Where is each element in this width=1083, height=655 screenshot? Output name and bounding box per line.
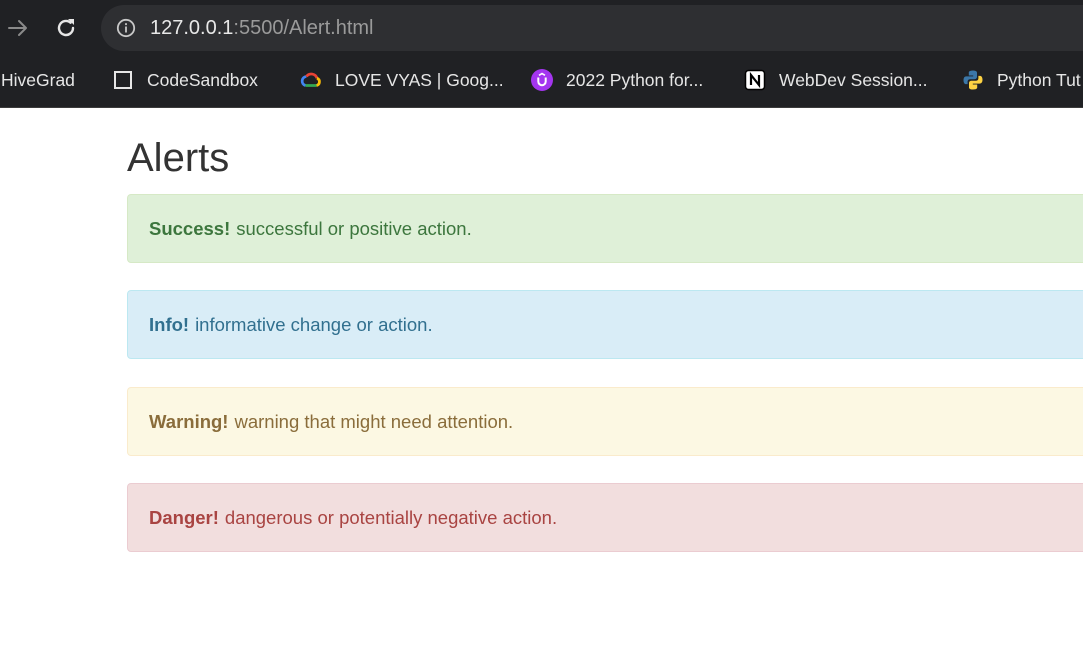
url-host: 127.0.0.1 — [150, 17, 234, 39]
browser-chrome: 127.0.0.1:5500/Alert.html HiveGrad CodeS… — [0, 0, 1083, 108]
bookmark-label: CodeSandbox — [147, 69, 258, 90]
site-info-icon[interactable] — [115, 17, 137, 39]
python-icon — [962, 69, 984, 91]
bookmark-codesandbox[interactable]: CodeSandbox — [112, 62, 258, 98]
forward-arrow-icon[interactable] — [1, 11, 35, 45]
alert-info: Info! informative change or action. — [127, 290, 1083, 359]
alert-strong-label: Danger! — [149, 506, 219, 528]
google-cloud-icon — [300, 69, 322, 91]
bookmark-label: HiveGrad — [1, 69, 75, 90]
bookmark-label: LOVE VYAS | Goog... — [335, 69, 504, 90]
url-path: :5500/Alert.html — [233, 17, 374, 39]
bookmark-udemy[interactable]: 2022 Python for... — [531, 62, 703, 98]
url-text[interactable]: 127.0.0.1:5500/Alert.html — [150, 16, 374, 40]
bookmark-google-cloud[interactable]: LOVE VYAS | Goog... — [300, 62, 504, 98]
alert-strong-label: Warning! — [149, 410, 229, 432]
bookmarks-bar: HiveGrad CodeSandbox LOVE VYAS | Goog...… — [0, 62, 1083, 98]
reload-icon[interactable] — [49, 11, 83, 45]
alert-strong-label: Info! — [149, 313, 190, 335]
alert-danger: Danger! dangerous or potentially negativ… — [127, 483, 1083, 552]
page-title: Alerts — [127, 136, 230, 180]
bookmark-webdev[interactable]: WebDev Session... — [744, 62, 928, 98]
alert-success: Success! successful or positive action. — [127, 194, 1083, 263]
bookmark-label: Python Tut — [997, 69, 1081, 90]
codesandbox-icon — [112, 69, 134, 91]
page-content: Alerts Success! successful or positive a… — [0, 109, 1083, 655]
alert-message: dangerous or potentially negative action… — [224, 506, 558, 528]
udemy-icon — [531, 69, 553, 91]
bookmark-label: 2022 Python for... — [566, 69, 704, 90]
browser-toolbar: 127.0.0.1:5500/Alert.html — [0, 0, 1083, 56]
alert-message: informative change or action. — [195, 313, 433, 335]
alert-strong-label: Success! — [149, 217, 231, 239]
bookmark-python[interactable]: Python Tut — [962, 62, 1081, 98]
bookmark-label: WebDev Session... — [779, 69, 928, 90]
bookmark-hivegrad[interactable]: HiveGrad — [1, 62, 75, 98]
alert-message: warning that might need attention. — [234, 410, 514, 432]
alert-warning: Warning! warning that might need attenti… — [127, 387, 1083, 456]
address-bar[interactable]: 127.0.0.1:5500/Alert.html — [101, 5, 1083, 51]
notion-icon — [744, 69, 766, 91]
alert-message: successful or positive action. — [236, 217, 472, 239]
